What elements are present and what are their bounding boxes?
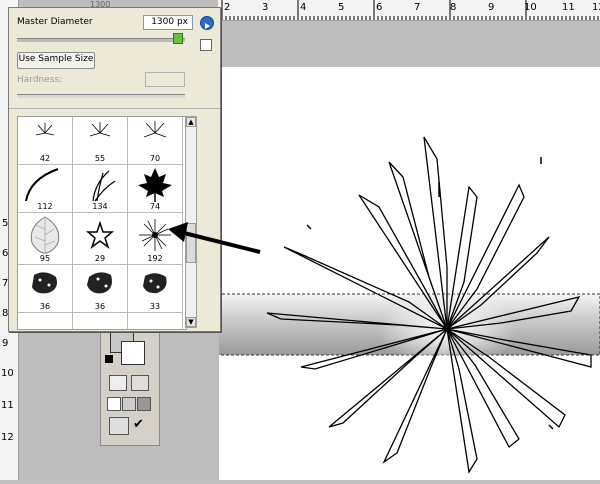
grass-brush-icon <box>92 170 116 202</box>
ruler-number: 3 <box>262 2 269 13</box>
brush-preset[interactable]: 134 <box>73 165 128 213</box>
brush-preset[interactable]: 74 <box>128 165 183 213</box>
brush-size: 134 <box>92 202 108 211</box>
splatter-brush-icon <box>143 121 167 138</box>
ruler-number: 4 <box>300 2 307 13</box>
annotation-arrow-icon <box>168 222 261 254</box>
brush-size: 74 <box>149 202 161 211</box>
brush-size: 55 <box>94 154 106 163</box>
ruler-number: 6 <box>376 2 383 13</box>
ruler-number: 12 <box>1 432 14 443</box>
hardness-slider[interactable] <box>17 94 185 98</box>
divider <box>9 108 220 109</box>
ruler-number: 8 <box>450 2 457 13</box>
brush-preset[interactable] <box>18 313 73 329</box>
ruler-number: 5 <box>338 2 345 13</box>
screen-mode-full-button[interactable] <box>137 397 151 411</box>
document-canvas[interactable] <box>216 67 600 480</box>
brush-size: 70 <box>149 154 161 163</box>
panel-menu-button[interactable] <box>200 16 214 30</box>
jump-to-imageready-button[interactable] <box>109 417 129 435</box>
curve-brush-icon <box>25 168 59 202</box>
master-diameter-slider[interactable] <box>17 38 185 42</box>
splatter-brush-icon <box>35 123 55 136</box>
screen-mode-menu-button[interactable] <box>122 397 136 411</box>
ruler-number: 9 <box>488 2 495 13</box>
star-brush-icon <box>85 220 115 250</box>
default-colors-icon[interactable] <box>105 355 113 363</box>
ruler-number: 11 <box>562 2 575 13</box>
texture-brush-icon <box>143 273 167 294</box>
check-icon[interactable]: ✔ <box>133 417 144 432</box>
scroll-up-button[interactable]: ▲ <box>186 117 196 127</box>
new-preset-icon[interactable] <box>200 39 212 51</box>
brush-size: 95 <box>39 254 51 263</box>
ruler-number: 11 <box>1 400 14 411</box>
quick-mask-mode-button[interactable] <box>131 375 149 391</box>
background-color-swatch[interactable] <box>121 341 145 365</box>
brush-preset[interactable]: 55 <box>73 117 128 165</box>
hardness-label: Hardness: <box>17 75 63 85</box>
brush-preset[interactable]: 95 <box>18 213 73 265</box>
brush-preset-picker: Master Diameter 1300 px Use Sample Size … <box>8 7 221 332</box>
brush-preset[interactable]: 36 <box>73 265 128 313</box>
texture-brush-icon <box>32 272 57 294</box>
brush-preset[interactable]: 33 <box>128 265 183 313</box>
brush-size: 42 <box>39 154 51 163</box>
texture-brush-icon <box>87 272 112 294</box>
use-sample-size-button[interactable]: Use Sample Size <box>17 52 95 69</box>
top-ruler[interactable]: 2 3 4 5 6 7 8 9 10 11 12 <box>218 0 600 21</box>
master-diameter-input[interactable]: 1300 px <box>143 15 193 30</box>
tools-palette: ⇄ ✔ <box>100 318 160 446</box>
play-arrow-icon <box>205 23 210 29</box>
scroll-down-button[interactable]: ▼ <box>186 317 196 327</box>
brush-size: 36 <box>94 302 106 311</box>
starburst-artwork <box>216 136 600 474</box>
brush-size: 33 <box>149 302 161 311</box>
ruler-number: 12 <box>592 2 600 13</box>
top-ruler-ticks <box>221 0 599 20</box>
brush-size: 36 <box>39 302 51 311</box>
ruler-number: 7 <box>414 2 421 13</box>
brush-preset[interactable]: 36 <box>18 265 73 313</box>
brush-preset[interactable] <box>128 313 183 329</box>
splatter-brush-icon <box>89 122 111 137</box>
brush-preset[interactable]: 42 <box>18 117 73 165</box>
brush-preset[interactable]: 112 <box>18 165 73 213</box>
screen-mode-standard-button[interactable] <box>107 397 121 411</box>
maple-leaf-brush-icon <box>138 168 172 202</box>
standard-mode-button[interactable] <box>109 375 127 391</box>
brush-preset[interactable] <box>73 313 128 329</box>
ruler-number: 10 <box>524 2 537 13</box>
brush-size: 29 <box>94 254 106 263</box>
ruler-number: 2 <box>224 2 231 13</box>
hardness-input[interactable] <box>145 72 185 87</box>
ruler-number: 10 <box>1 368 14 379</box>
brush-size: 112 <box>37 202 53 211</box>
leaf-brush-icon <box>30 216 60 254</box>
master-diameter-label: Master Diameter <box>17 17 93 27</box>
ruler-number: 9 <box>2 338 9 349</box>
brush-preset[interactable]: 29 <box>73 213 128 265</box>
slider-thumb[interactable] <box>173 33 183 44</box>
brush-preset[interactable]: 70 <box>128 117 183 165</box>
